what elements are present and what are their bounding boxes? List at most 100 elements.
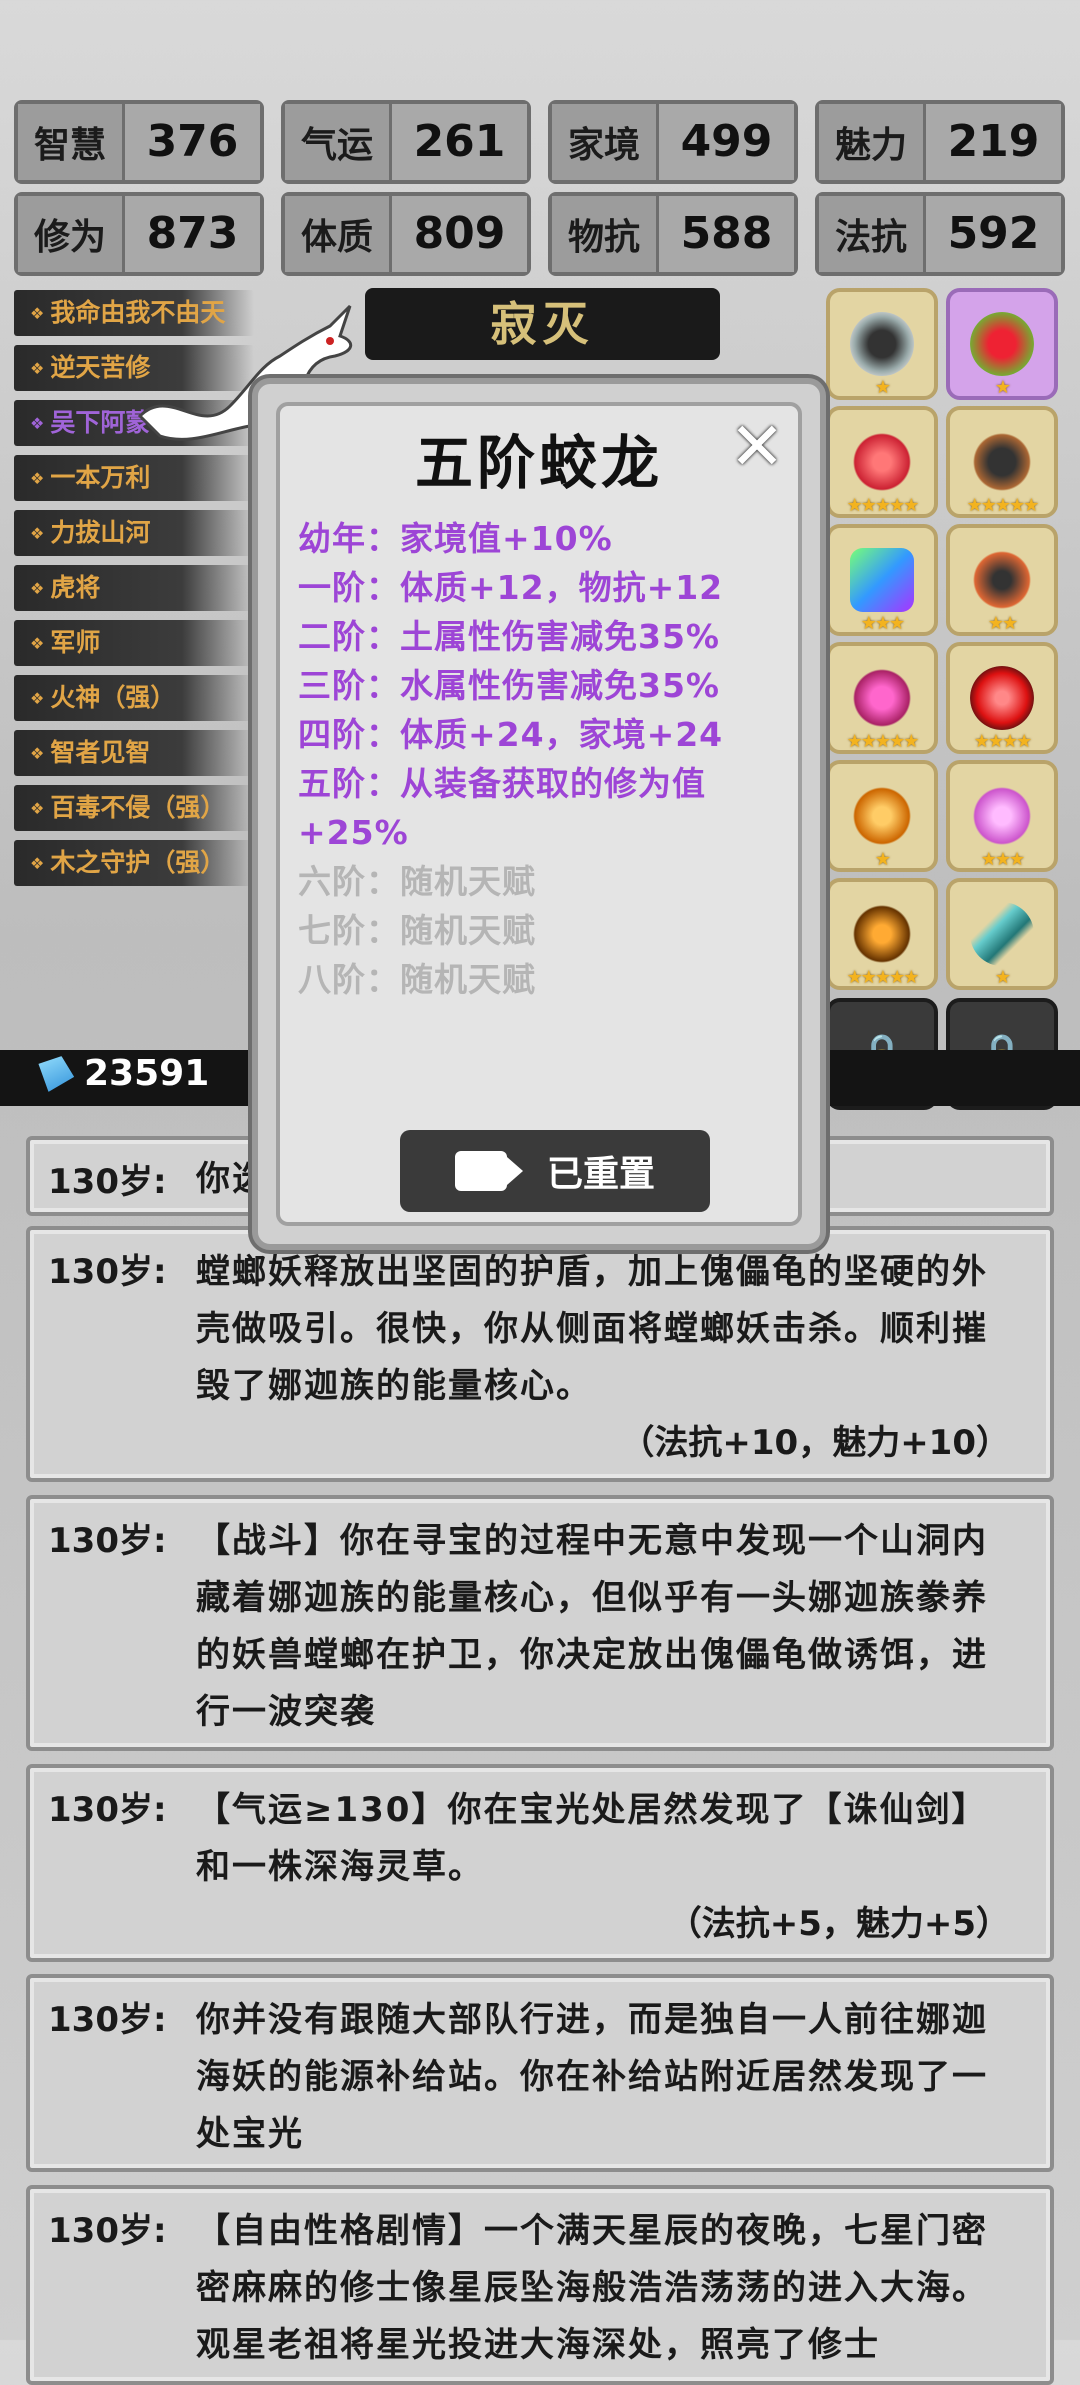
- talent-item[interactable]: 百毒不侵（强）: [14, 785, 254, 831]
- event-log-entry: 130岁: 【气运≥130】你在宝光处居然发现了【诛仙剑】和一株深海灵草。 （法…: [26, 1764, 1054, 1962]
- log-age: 130岁:: [48, 2000, 167, 2040]
- rating-stars: ★: [994, 377, 1011, 398]
- stat-label: 气运: [285, 104, 392, 180]
- item-icon: [850, 784, 914, 848]
- log-bonus: （法抗+10，魅力+10）: [620, 1423, 1010, 1463]
- talent-item[interactable]: 军师: [14, 620, 254, 666]
- equipment-slot[interactable]: ★★★: [946, 760, 1058, 872]
- item-icon: [970, 902, 1034, 966]
- level-entry: 二阶：土属性伤害减免35%: [298, 617, 720, 656]
- item-icon: [850, 666, 914, 730]
- item-icon: [970, 430, 1034, 494]
- event-log-entry: 130岁: 螳螂妖释放出坚固的护盾，加上傀儡龟的坚硬的外壳做吸引。很快，你从侧面…: [26, 1226, 1054, 1482]
- stat-phys-resist: 物抗 588: [548, 192, 798, 276]
- stat-magic-resist: 法抗 592: [815, 192, 1065, 276]
- event-log-entry: 130岁: 你并没有跟随大部队行进，而是独自一人前往娜迦海妖的能源补给站。你在补…: [26, 1974, 1054, 2172]
- log-text: 螳螂妖释放出坚固的护盾，加上傀儡龟的坚硬的外壳做吸引。很快，你从侧面将螳螂妖击杀…: [196, 1252, 988, 1406]
- event-log-entry: 130岁: 【自由性格剧情】一个满天星辰的夜晚，七星门密密麻麻的修士像星辰坠海般…: [26, 2185, 1054, 2385]
- stat-label: 物抗: [552, 196, 659, 272]
- stat-label: 家境: [552, 104, 659, 180]
- stat-label: 魅力: [819, 104, 926, 180]
- currency-value: 23591: [84, 1053, 210, 1094]
- level-entry: 一阶：体质+12，物抗+12: [298, 568, 724, 607]
- stat-value: 376: [125, 104, 260, 180]
- level-entry: 三阶：水属性伤害减免35%: [298, 666, 720, 705]
- log-age: 130岁:: [48, 1162, 167, 1202]
- stat-value: 873: [125, 196, 260, 272]
- stat-label: 智慧: [18, 104, 125, 180]
- log-text: 【战斗】你在寻宝的过程中无意中发现一个山洞内藏着娜迦族的能量核心，但似乎有一头娜…: [196, 1521, 988, 1732]
- stat-family: 家境 499: [548, 100, 798, 184]
- rating-stars: ★★★★★: [846, 495, 920, 516]
- rating-stars: ★★★: [860, 613, 905, 634]
- rating-stars: ★★★★: [973, 731, 1033, 752]
- talent-item[interactable]: 木之守护（强）: [14, 840, 254, 886]
- talent-item[interactable]: 智者见智: [14, 730, 254, 776]
- item-icon: [970, 666, 1034, 730]
- equipment-slot[interactable]: ★★★★★: [946, 406, 1058, 518]
- stat-luck: 气运 261: [281, 100, 531, 184]
- reset-label: 已重置: [546, 1154, 655, 1195]
- equipment-slot[interactable]: ★: [826, 288, 938, 400]
- currency-display: 23591: [36, 1053, 209, 1094]
- rating-stars: ★: [874, 377, 891, 398]
- log-text: 【自由性格剧情】一个满天星辰的夜晚，七星门密密麻麻的修士像星辰坠海般浩浩荡荡的进…: [196, 2211, 988, 2365]
- level-list: 幼年：家境值+10% 一阶：体质+12，物抗+12 二阶：土属性伤害减免35% …: [298, 514, 790, 1004]
- equipment-slot[interactable]: ★: [946, 878, 1058, 990]
- pet-detail-modal: 五阶蛟龙 ✕ 幼年：家境值+10% 一阶：体质+12，物抗+12 二阶：土属性伤…: [252, 378, 826, 1250]
- item-icon: [970, 548, 1034, 612]
- log-age: 130岁:: [48, 1790, 167, 1830]
- stat-value: 588: [659, 196, 794, 272]
- equipment-slot[interactable]: ★: [826, 760, 938, 872]
- stat-physique: 体质 809: [281, 192, 531, 276]
- rating-stars: ★★★★★: [846, 731, 920, 752]
- reset-button[interactable]: 已重置: [400, 1130, 710, 1212]
- realm-banner: 寂灭: [365, 288, 720, 360]
- stat-label: 修为: [18, 196, 125, 272]
- rating-stars: ★★: [987, 613, 1018, 634]
- log-text: 【气运≥130】你在宝光处居然发现了【诛仙剑】和一株深海灵草。: [196, 1790, 988, 1887]
- log-age: 130岁:: [48, 2211, 167, 2251]
- video-camera-icon: [454, 1151, 523, 1191]
- item-icon: [850, 902, 914, 966]
- level-entry-locked: 八阶：随机天赋: [298, 960, 536, 999]
- level-entry: 四阶：体质+24，家境+24: [298, 715, 724, 754]
- level-entry-locked: 六阶：随机天赋: [298, 862, 536, 901]
- equipment-slot[interactable]: ★: [946, 288, 1058, 400]
- talent-item[interactable]: 虎将: [14, 565, 254, 611]
- level-entry-locked: 七阶：随机天赋: [298, 911, 536, 950]
- level-entry: 幼年：家境值+10%: [298, 519, 613, 558]
- stat-value: 499: [659, 104, 794, 180]
- rating-stars: ★: [874, 849, 891, 870]
- item-icon: [850, 548, 914, 612]
- stat-value: 261: [392, 104, 527, 180]
- item-icon: [970, 784, 1034, 848]
- stat-label: 法抗: [819, 196, 926, 272]
- close-icon[interactable]: ✕: [726, 414, 788, 480]
- item-icon: [970, 312, 1034, 376]
- stat-value: 809: [392, 196, 527, 272]
- rating-stars: ★★★: [980, 849, 1025, 870]
- stat-label: 体质: [285, 196, 392, 272]
- log-age: 130岁:: [48, 1252, 167, 1292]
- equipment-slot[interactable]: ★★★★★: [826, 406, 938, 518]
- log-bonus: （法抗+5，魅力+5）: [667, 1904, 1010, 1944]
- log-text: 你并没有跟随大部队行进，而是独自一人前往娜迦海妖的能源补给站。你在补给站附近居然…: [196, 2000, 988, 2154]
- equipment-slot[interactable]: ★★★: [826, 524, 938, 636]
- stat-value: 219: [926, 104, 1061, 180]
- talent-item[interactable]: 力拔山河: [14, 510, 254, 556]
- item-icon: [850, 430, 914, 494]
- stat-charm: 魅力 219: [815, 100, 1065, 184]
- equipment-slot[interactable]: ★★★★: [946, 642, 1058, 754]
- level-entry: 五阶：从装备获取的修为值+25%: [298, 764, 706, 852]
- talent-item[interactable]: 火神（强）: [14, 675, 254, 721]
- rating-stars: ★★★★★: [846, 967, 920, 988]
- equipment-slot[interactable]: ★★★★★: [826, 878, 938, 990]
- rating-stars: ★: [994, 967, 1011, 988]
- diamond-icon: [31, 1049, 80, 1098]
- equipment-slot[interactable]: ★★★★★: [826, 642, 938, 754]
- item-icon: [850, 312, 914, 376]
- equipment-slot[interactable]: ★★: [946, 524, 1058, 636]
- stat-wisdom: 智慧 376: [14, 100, 264, 184]
- stat-value: 592: [926, 196, 1061, 272]
